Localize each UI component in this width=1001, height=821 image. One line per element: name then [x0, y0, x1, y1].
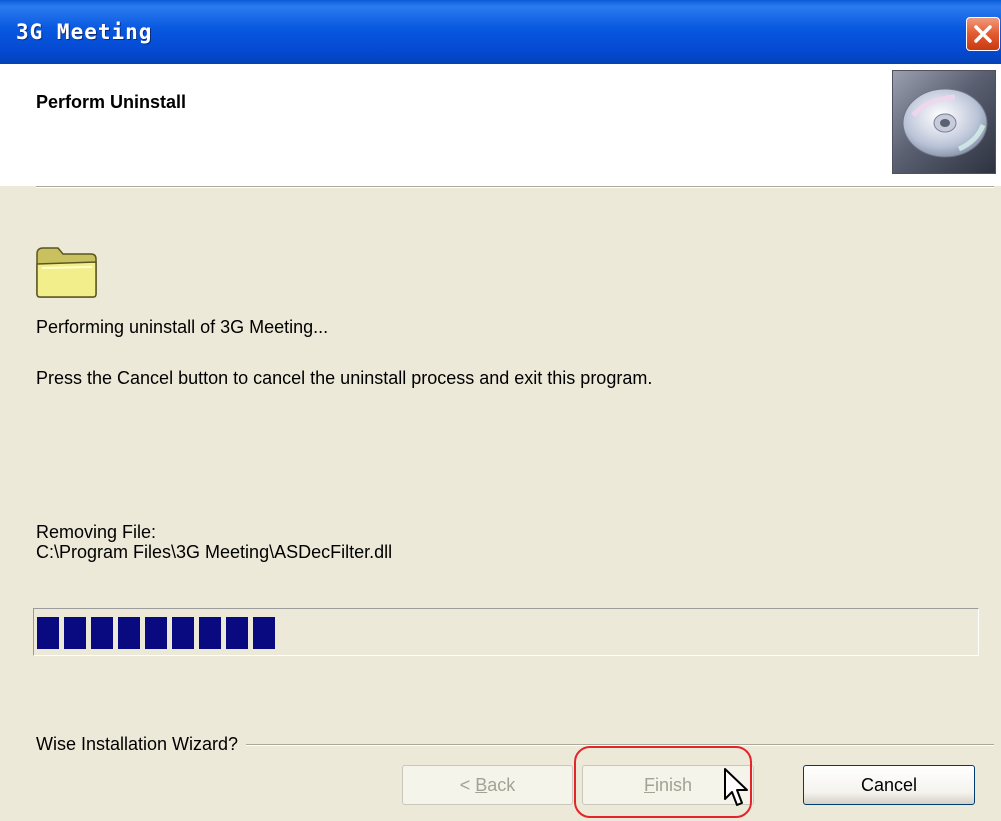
title-bar[interactable]: 3G Meeting [0, 0, 1001, 64]
back-button-prefix: < [459, 775, 476, 795]
wizard-brand-label: Wise Installation Wizard? [36, 734, 247, 755]
cancel-button[interactable]: Cancel [803, 765, 975, 805]
close-button[interactable] [966, 17, 1000, 51]
finish-button-label: inish [654, 775, 693, 795]
page-title: Perform Uninstall [36, 92, 187, 112]
progress-block [145, 617, 167, 649]
window-title: 3G Meeting [16, 20, 153, 44]
cancel-instruction-text: Press the Cancel button to cancel the un… [36, 368, 653, 388]
progress-block [199, 617, 221, 649]
close-icon [974, 25, 992, 43]
progress-block [91, 617, 113, 649]
header-panel: Perform Uninstall [0, 64, 1001, 186]
uninstall-progress-bar [33, 608, 979, 656]
uninstall-dialog: 3G Meeting Perform Uninstall Performing … [0, 0, 1001, 821]
performing-uninstall-text: Performing uninstall of 3G Meeting... [36, 317, 329, 337]
back-button[interactable]: < Back [402, 765, 573, 805]
mouse-cursor-icon [724, 768, 748, 806]
progress-block [226, 617, 248, 649]
progress-block [37, 617, 59, 649]
back-button-label: ack [487, 775, 516, 795]
back-button-accel: B [475, 775, 488, 795]
folder-icon [36, 247, 97, 298]
progress-block [172, 617, 194, 649]
removing-file-label: Removing File: [36, 522, 157, 542]
progress-block [64, 617, 86, 649]
finish-button-accel: F [643, 775, 655, 795]
cd-disc-icon [892, 70, 996, 174]
header-separator [36, 186, 994, 188]
progress-block [253, 617, 275, 649]
removing-file-path: C:\Program Files\3G Meeting\ASDecFilter.… [36, 542, 393, 562]
progress-block [118, 617, 140, 649]
